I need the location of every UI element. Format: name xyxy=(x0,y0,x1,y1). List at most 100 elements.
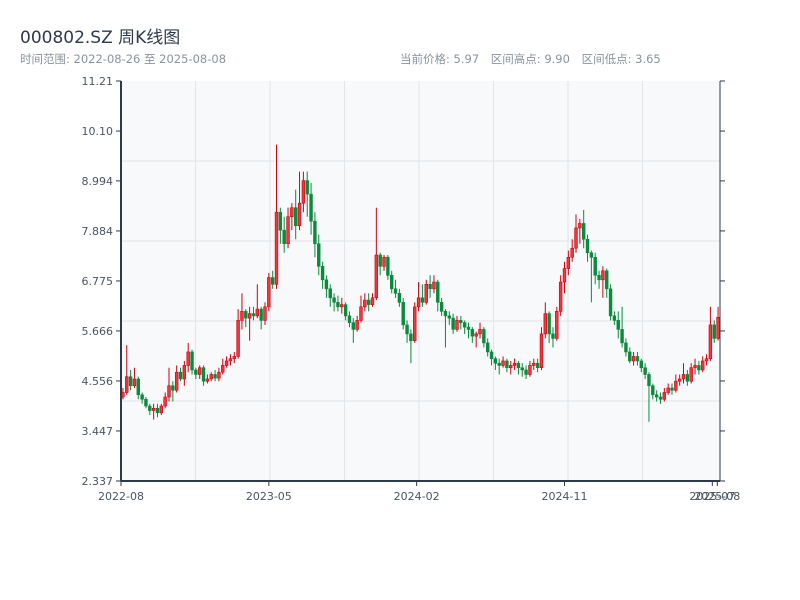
candle-body xyxy=(140,394,144,400)
candle-body xyxy=(685,374,690,382)
candle-body xyxy=(244,311,248,319)
candle-body xyxy=(697,365,701,371)
candle-body xyxy=(651,385,655,396)
candle-body xyxy=(178,371,183,380)
candle-body xyxy=(274,211,279,285)
candle-body xyxy=(562,268,567,283)
candle-body xyxy=(447,315,451,319)
candle-body xyxy=(532,362,536,366)
candle-body xyxy=(608,288,613,317)
candle-body xyxy=(397,293,402,303)
candle xyxy=(401,297,405,330)
candle-body xyxy=(413,306,417,341)
candlestick-chart: 11.21 10.10 8.994 7.884 6.775 5.666 4.556 3.447… xyxy=(82,75,741,503)
candle-body xyxy=(516,362,521,369)
candle-body xyxy=(643,367,647,375)
candle-body xyxy=(524,369,528,375)
candle-body xyxy=(624,342,628,353)
candle-body xyxy=(259,308,263,321)
candle-body xyxy=(270,277,275,285)
candle-body xyxy=(658,396,663,400)
candle-body xyxy=(190,351,194,371)
candle-body xyxy=(148,405,152,411)
candle-body xyxy=(144,398,148,407)
candle-body xyxy=(466,326,471,330)
y-tick-label: 5.666 xyxy=(82,325,114,338)
candle-body xyxy=(332,297,336,303)
candle-body xyxy=(666,387,670,393)
candle-body xyxy=(570,247,574,258)
candle-body xyxy=(701,360,705,371)
candle-body xyxy=(670,387,674,391)
candle-body xyxy=(539,333,544,369)
candle-body xyxy=(366,299,371,305)
candle-body xyxy=(493,358,498,364)
candle-body xyxy=(462,322,467,328)
candle-body xyxy=(128,376,133,387)
candle-body xyxy=(677,378,682,382)
candle-body xyxy=(221,365,225,373)
x-tick-label: 2022-08 xyxy=(98,490,144,503)
candle-body xyxy=(224,360,229,366)
candle-body xyxy=(163,396,167,407)
candle-body xyxy=(409,333,413,341)
candle-body xyxy=(201,367,206,382)
candle-body xyxy=(693,365,697,369)
candle-body xyxy=(294,207,298,227)
candle-body xyxy=(455,320,459,330)
candle-body xyxy=(501,360,505,366)
candle-body xyxy=(136,378,140,396)
candle-body xyxy=(236,320,240,357)
candle-body xyxy=(470,329,475,337)
x-tick-label: 2023-05 xyxy=(246,490,292,503)
candle-body xyxy=(401,302,405,326)
candle-body xyxy=(566,256,571,269)
y-tick-label: 10.10 xyxy=(82,125,114,138)
candle-body xyxy=(132,378,137,387)
candle-body xyxy=(155,407,160,414)
candle-body xyxy=(359,306,363,321)
candle-body xyxy=(474,333,478,337)
candle-body xyxy=(267,277,271,308)
candle-body xyxy=(251,313,256,317)
y-tick-label: 3.447 xyxy=(82,425,114,438)
candle-body xyxy=(217,371,221,379)
candle-body xyxy=(159,405,164,414)
y-tick-label: 4.556 xyxy=(82,375,114,388)
candle-body xyxy=(313,220,317,245)
x-tick-label: 2025-08 xyxy=(694,490,740,503)
candle-body xyxy=(505,360,509,369)
candle-body xyxy=(605,270,609,290)
candle-body xyxy=(174,371,179,391)
candle-body xyxy=(704,358,709,362)
candle-body xyxy=(255,308,260,317)
candle-body xyxy=(382,256,386,267)
candle-body xyxy=(647,374,651,387)
candle xyxy=(608,284,613,321)
candle-body xyxy=(585,238,590,254)
candle-body xyxy=(443,311,448,317)
candle-body xyxy=(451,317,455,330)
candle-body xyxy=(628,351,632,362)
candle-body xyxy=(343,304,348,317)
candle-body xyxy=(674,380,678,391)
candle-body xyxy=(597,274,601,281)
candle-body xyxy=(489,351,494,359)
candle-body xyxy=(662,392,667,400)
x-tick-label: 2024-02 xyxy=(394,490,440,503)
candle-body xyxy=(424,284,428,303)
candle-body xyxy=(309,193,313,222)
y-tick-label: 8.994 xyxy=(82,175,114,188)
x-tick-label: 2024-11 xyxy=(542,490,588,503)
candle-body xyxy=(428,284,432,290)
candle-body xyxy=(716,316,720,339)
candle-body xyxy=(459,320,463,323)
candle-body xyxy=(297,202,302,227)
candle-body xyxy=(328,288,332,299)
candle-body xyxy=(198,367,202,375)
candle-body xyxy=(378,254,382,267)
candle-body xyxy=(317,243,321,267)
candle-body xyxy=(520,367,524,371)
candle-body xyxy=(305,180,309,195)
candle-body xyxy=(543,313,547,335)
